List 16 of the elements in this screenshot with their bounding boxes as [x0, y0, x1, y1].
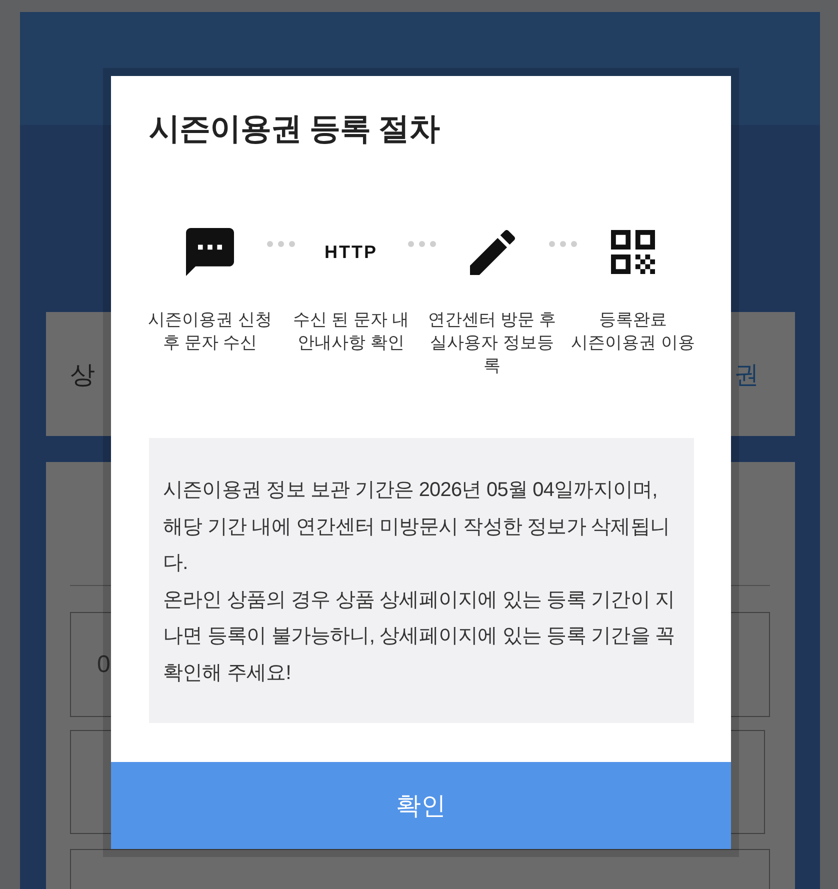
product-label: 상	[70, 360, 95, 390]
dots-icon	[548, 241, 576, 247]
confirm-button[interactable]: 확인	[111, 762, 731, 849]
chat-bubble-icon	[186, 228, 234, 276]
qr-code-icon	[611, 230, 655, 274]
dots-icon	[266, 241, 294, 247]
modal-title: 시즌이용권 등록 절차	[149, 110, 441, 148]
step-label: 등록완료 시즌이용권 이용	[570, 309, 696, 354]
pencil-icon	[470, 230, 514, 274]
step-label: 수신 된 문자 내 안내사항 확인	[292, 309, 410, 354]
step-label: 연간센터 방문 후 실사용자 정보등록	[426, 309, 558, 377]
step-label: 시즌이용권 신청 후 문자 수신	[147, 309, 273, 354]
http-text: HTTP	[324, 242, 378, 262]
notice-text: 온라인 상품의 경우 상품 상세페이지에 있는 등록 기간이 지나면 등록이 불가능하니, 상세페이지에 있는 등록 기간을 꼭 확인해 주세요!	[163, 588, 676, 686]
notice-text: 시즌이용권 정보 보관 기간은 2026년 05월 04일까지이며, 해당 기간 내에 연간센터 미방문시 작성한 정보가 삭제됩니다.	[163, 478, 670, 576]
dots-icon	[408, 241, 436, 247]
